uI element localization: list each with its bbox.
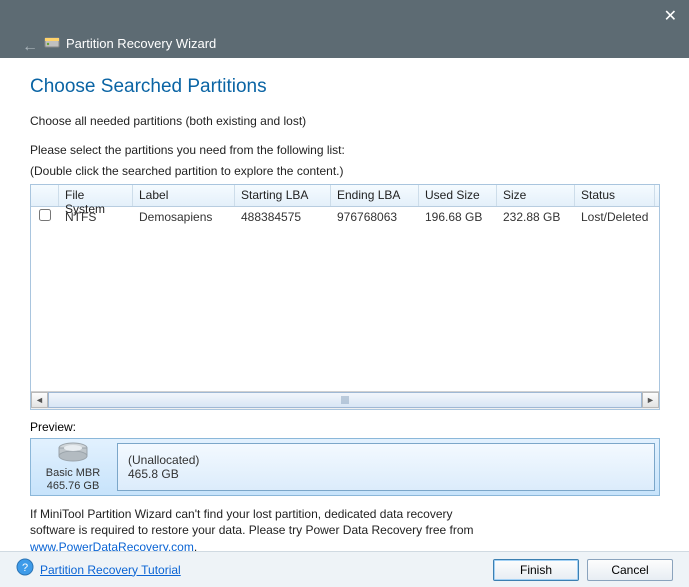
- cell-size: 232.88 GB: [497, 208, 575, 226]
- disk-type: Basic MBR: [46, 467, 100, 479]
- horizontal-scrollbar[interactable]: ◄ ►: [31, 391, 659, 409]
- col-used-size[interactable]: Used Size: [419, 185, 497, 206]
- table-header: File System Label Starting LBA Ending LB…: [31, 185, 659, 207]
- back-icon[interactable]: ←: [22, 38, 38, 56]
- page-heading: Choose Searched Partitions: [30, 76, 665, 98]
- cell-filesystem: NTFS: [59, 208, 133, 226]
- disk-tile[interactable]: Basic MBR465.76 GB: [35, 443, 111, 491]
- tutorial-link[interactable]: Partition Recovery Tutorial: [40, 563, 181, 577]
- table-row[interactable]: NTFS Demosapiens 488384575 976768063 196…: [31, 207, 659, 227]
- instruction-hint: (Double click the searched partition to …: [30, 163, 665, 180]
- finish-button[interactable]: Finish: [493, 559, 579, 581]
- close-icon[interactable]: ✕: [664, 6, 677, 26]
- cancel-button[interactable]: Cancel: [587, 559, 673, 581]
- preview-label: Preview:: [30, 420, 665, 434]
- col-ending-lba[interactable]: Ending LBA: [331, 185, 419, 206]
- partition-block[interactable]: (Unallocated) 465.8 GB: [117, 443, 655, 491]
- instruction-primary: Choose all needed partitions (both exist…: [30, 114, 665, 128]
- scroll-left-icon[interactable]: ◄: [31, 392, 48, 408]
- col-size[interactable]: Size: [497, 185, 575, 206]
- cell-label: Demosapiens: [133, 208, 235, 226]
- cell-starting-lba: 488384575: [235, 208, 331, 226]
- footer-bar: ? Partition Recovery Tutorial Finish Can…: [0, 551, 689, 587]
- partition-name: (Unallocated): [128, 453, 644, 467]
- col-label[interactable]: Label: [133, 185, 235, 206]
- help-icon[interactable]: ?: [16, 558, 34, 581]
- disk-icon: [56, 440, 90, 467]
- disk-size: 465.76 GB: [47, 480, 100, 492]
- cell-used-size: 196.68 GB: [419, 208, 497, 226]
- title-bar: ✕ ← Partition Recovery Wizard: [0, 0, 689, 58]
- instruction-select: Please select the partitions you need fr…: [30, 142, 665, 159]
- cell-status: Lost/Deleted: [575, 208, 655, 226]
- window-title: Partition Recovery Wizard: [66, 36, 216, 51]
- svg-text:?: ?: [22, 562, 28, 574]
- app-icon: [44, 34, 60, 53]
- row-checkbox[interactable]: [39, 209, 51, 221]
- cell-ending-lba: 976768063: [331, 208, 419, 226]
- col-starting-lba[interactable]: Starting LBA: [235, 185, 331, 206]
- col-filesystem[interactable]: File System: [59, 185, 133, 206]
- partition-table: File System Label Starting LBA Ending LB…: [30, 184, 660, 410]
- preview-panel: Basic MBR465.76 GB (Unallocated) 465.8 G…: [30, 438, 660, 496]
- recovery-note: If MiniTool Partition Wizard can't find …: [30, 506, 590, 556]
- col-status[interactable]: Status: [575, 185, 655, 206]
- partition-size: 465.8 GB: [128, 467, 644, 481]
- scroll-right-icon[interactable]: ►: [642, 392, 659, 408]
